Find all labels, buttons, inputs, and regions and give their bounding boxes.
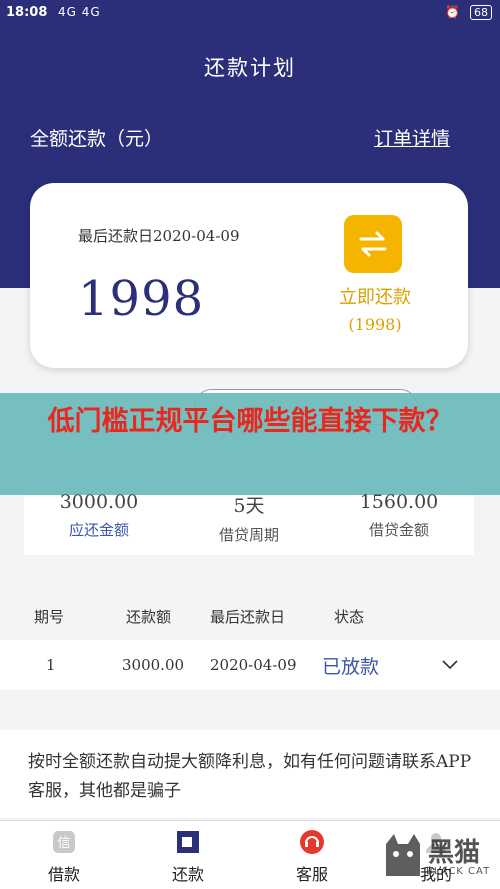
repay-amount: 1998 xyxy=(78,271,205,327)
stat-label: 借贷金额 xyxy=(368,521,429,539)
loan-icon: 信 xyxy=(53,831,75,853)
chevron-down-icon[interactable] xyxy=(440,654,460,674)
row-period: 1 xyxy=(46,656,56,674)
stat-value: 1560.00 xyxy=(359,491,439,513)
stat-amount-due: 3000.00 应还金额 xyxy=(24,491,174,540)
table-header: 期号 还款额 最后还款日 状态 xyxy=(0,596,500,636)
notice-text: 按时全额还款自动提大额降利息，如有任何问题请联系APP客服，其他都是骗子 xyxy=(28,752,472,801)
tab-label: 还款 xyxy=(171,865,204,884)
tab-label: 借款 xyxy=(47,865,80,884)
column-header-status: 状态 xyxy=(334,608,365,626)
loan-stats: 3000.00 应还金额 5天 借贷周期 1560.00 借贷金额 xyxy=(24,491,474,555)
customer-service-icon xyxy=(300,830,324,854)
due-date: 最后还款日2020-04-09 xyxy=(78,227,240,245)
tab-label: 客服 xyxy=(295,865,328,884)
column-header-period: 期号 xyxy=(34,608,65,626)
repayment-card: 最后还款日2020-04-09 1998 立即还款 (1998) xyxy=(30,183,468,368)
repay-now-amount: (1998) xyxy=(348,315,402,334)
swap-arrows-icon xyxy=(359,231,387,257)
tab-loan[interactable]: 信 借款 xyxy=(14,821,114,889)
battery-icon: 68 xyxy=(470,5,492,20)
svg-text:信: 信 xyxy=(57,836,70,851)
notice-box: 按时全额还款自动提大额降利息，如有任何问题请联系APP客服，其他都是骗子 xyxy=(0,730,500,818)
status-right: ⏰ 68 xyxy=(445,5,492,20)
cat-logo-icon xyxy=(386,834,420,876)
table-row[interactable]: 1 3000.00 2020-04-09 已放款 xyxy=(0,640,500,690)
column-header-amount: 还款额 xyxy=(126,608,172,626)
stat-label: 借贷周期 xyxy=(218,526,279,544)
total-repay-label: 全额还款（元） xyxy=(30,128,164,150)
repay-now-label[interactable]: 立即还款 xyxy=(330,283,420,309)
column-header-due-date: 最后还款日 xyxy=(210,608,286,626)
repay-icon xyxy=(177,831,199,853)
row-due-date: 2020-04-09 xyxy=(210,656,297,674)
page-title: 还款计划 xyxy=(204,56,296,80)
tab-repay[interactable]: 还款 xyxy=(138,821,238,889)
row-status: 已放款 xyxy=(322,656,380,678)
status-time: 18:08 xyxy=(6,5,48,20)
tab-customer-service[interactable]: 客服 xyxy=(262,821,362,889)
alarm-icon: ⏰ xyxy=(445,5,461,19)
overlay-banner: 低门槛正规平台哪些能直接下款？ xyxy=(0,393,500,495)
stat-loan-amount: 1560.00 借贷金额 xyxy=(324,491,474,540)
status-bar: 18:08 4G 4G ⏰ 68 xyxy=(0,0,500,28)
stat-loan-period: 5天 借贷周期 xyxy=(174,495,324,545)
watermark-subtext: BLACK CAT xyxy=(426,866,491,877)
black-cat-watermark: 黑猫 BLACK CAT xyxy=(378,828,496,884)
stat-label: 应还金额 xyxy=(68,521,129,539)
repay-now-button[interactable] xyxy=(344,215,402,273)
stat-value: 3000.00 xyxy=(59,491,139,513)
watermark-text: 黑猫 xyxy=(428,838,481,868)
banner-text: 低门槛正规平台哪些能直接下款？ xyxy=(47,406,453,437)
signal-icon: 4G 4G xyxy=(58,5,101,19)
stat-value: 5天 xyxy=(233,495,265,517)
order-details-link[interactable]: 订单详情 xyxy=(374,124,450,151)
row-amount: 3000.00 xyxy=(122,656,185,674)
